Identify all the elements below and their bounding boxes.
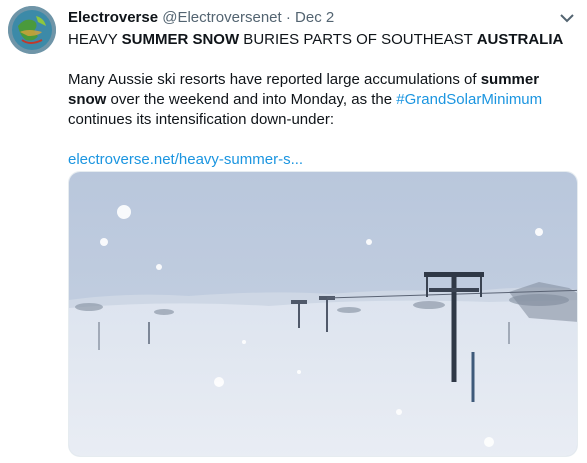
body-text: continues its intensification down-under… [68,111,334,128]
tweet-headline: HEAVY SUMMER SNOW BURIES PARTS OF SOUTHE… [68,30,578,50]
snowy-ski-slope-photo [69,172,577,456]
avatar[interactable] [8,6,56,54]
headline-bold-summer-snow: SUMMER SNOW [121,31,240,48]
headline-bold-australia: AUSTRALIA [476,31,564,48]
separator: · [285,9,291,26]
display-name[interactable]: Electroverse [68,9,158,26]
tweet-date[interactable]: Dec 2 [295,9,334,26]
headline-text: BURIES PARTS OF SOUTHEAST [239,31,477,48]
tweet-body: Many Aussie ski resorts have reported la… [68,70,578,130]
tweet-content: Electroverse @Electroversenet · Dec 2 HE… [68,8,578,170]
article-link[interactable]: electroverse.net/heavy-summer-s... [68,150,578,170]
body-text: Many Aussie ski resorts have reported la… [68,71,481,88]
handle[interactable]: @Electroversenet [162,9,281,26]
headline-text: HEAVY [68,31,122,48]
hashtag-link[interactable]: #GrandSolarMinimum [396,91,542,108]
earth-globe-icon [8,6,56,54]
tweet-image[interactable] [68,171,578,457]
tweet-header: Electroverse @Electroversenet · Dec 2 [68,8,578,28]
body-text: over the weekend and into Monday, as the [106,91,397,108]
